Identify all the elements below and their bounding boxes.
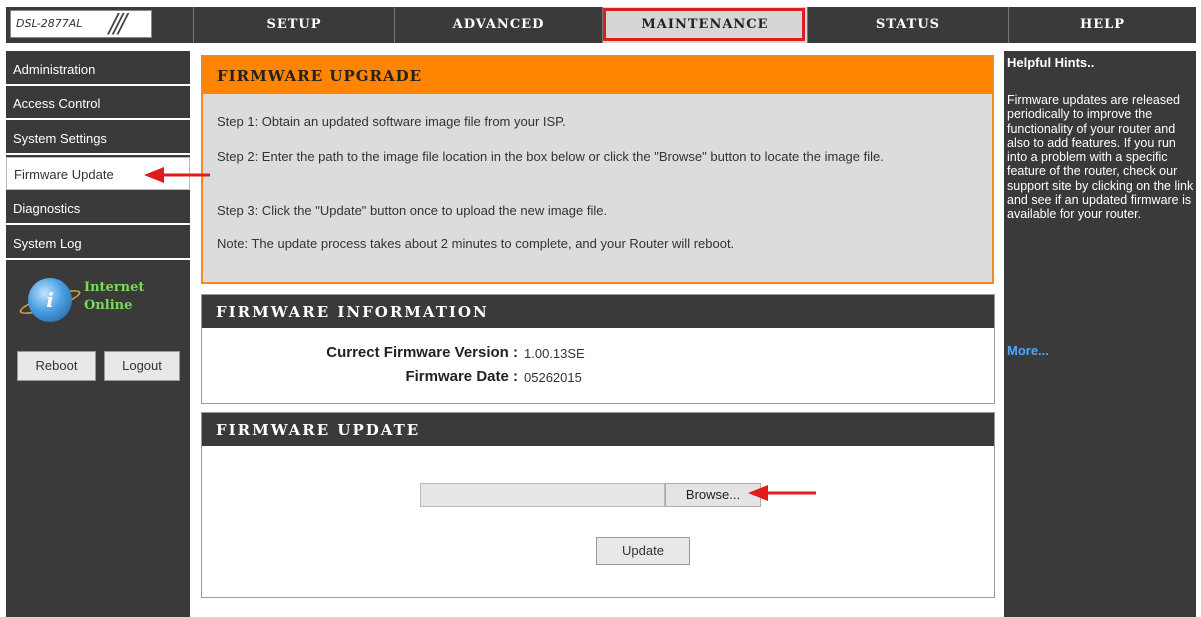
firmware-version-value: 1.00.13SE [524,346,585,361]
firmware-update-panel: FIRMWARE UPDATE Browse... Update [201,412,995,598]
firmware-information-panel: FIRMWARE INFORMATION Currect Firmware Ve… [201,294,995,404]
step-2-text: Step 2: Enter the path to the image file… [217,149,884,164]
firmware-update-header: FIRMWARE UPDATE [202,413,994,446]
more-link[interactable]: More... [1007,343,1049,358]
firmware-information-title: FIRMWARE INFORMATION [216,303,489,321]
arrow-to-firmware-update-icon [144,167,210,183]
internet-globe-icon: i [28,278,72,322]
model-logo: DSL-2877AL /// [10,9,152,39]
sidebar-item-system-log[interactable]: System Log [6,227,190,260]
firmware-information-header: FIRMWARE INFORMATION [202,295,994,328]
sidebar-item-administration[interactable]: Administration [6,53,190,86]
tab-help[interactable]: HELP [1008,7,1196,43]
firmware-upgrade-panel: FIRMWARE UPGRADE Step 1: Obtain an updat… [201,55,994,284]
reboot-button[interactable]: Reboot [17,351,96,381]
tab-setup[interactable]: SETUP [193,7,394,43]
logo-slashes-icon: /// [109,9,127,39]
firmware-version-label: Currect Firmware Version : [326,344,518,361]
firmware-upgrade-header: FIRMWARE UPGRADE [203,57,992,94]
update-note-text: Note: The update process takes about 2 m… [217,236,735,251]
file-path-input[interactable] [420,483,665,507]
tab-status[interactable]: STATUS [807,7,1008,43]
firmware-date-label: Firmware Date : [405,368,518,385]
step-1-text: Step 1: Obtain an updated software image… [217,114,566,129]
sidebar-item-access-control[interactable]: Access Control [6,87,190,120]
helpful-hints-title: Helpful Hints.. [1007,55,1095,70]
update-button[interactable]: Update [596,537,690,565]
arrow-to-browse-button-icon [748,485,816,501]
internet-status-line1: Internet [84,280,145,295]
internet-status: Internet Online [84,279,144,315]
firmware-upgrade-title: FIRMWARE UPGRADE [217,67,423,85]
firmware-date-value: 05262015 [524,370,582,385]
step-3-text: Step 3: Click the "Update" button once t… [217,203,608,218]
helpful-hints-panel: Helpful Hints.. Firmware updates are rel… [1004,51,1196,617]
tab-advanced[interactable]: ADVANCED [394,7,602,43]
helpful-hints-text: Firmware updates are released periodical… [1007,93,1194,222]
sidebar: Administration Access Control System Set… [6,51,190,617]
tab-maintenance[interactable]: MAINTENANCE [602,7,807,43]
firmware-update-title: FIRMWARE UPDATE [216,421,421,439]
logout-button[interactable]: Logout [104,351,180,381]
internet-status-line2: Online [84,298,133,313]
sidebar-item-system-settings[interactable]: System Settings [6,122,190,155]
model-name: DSL-2877AL [16,17,83,30]
sidebar-item-diagnostics[interactable]: Diagnostics [6,192,190,225]
